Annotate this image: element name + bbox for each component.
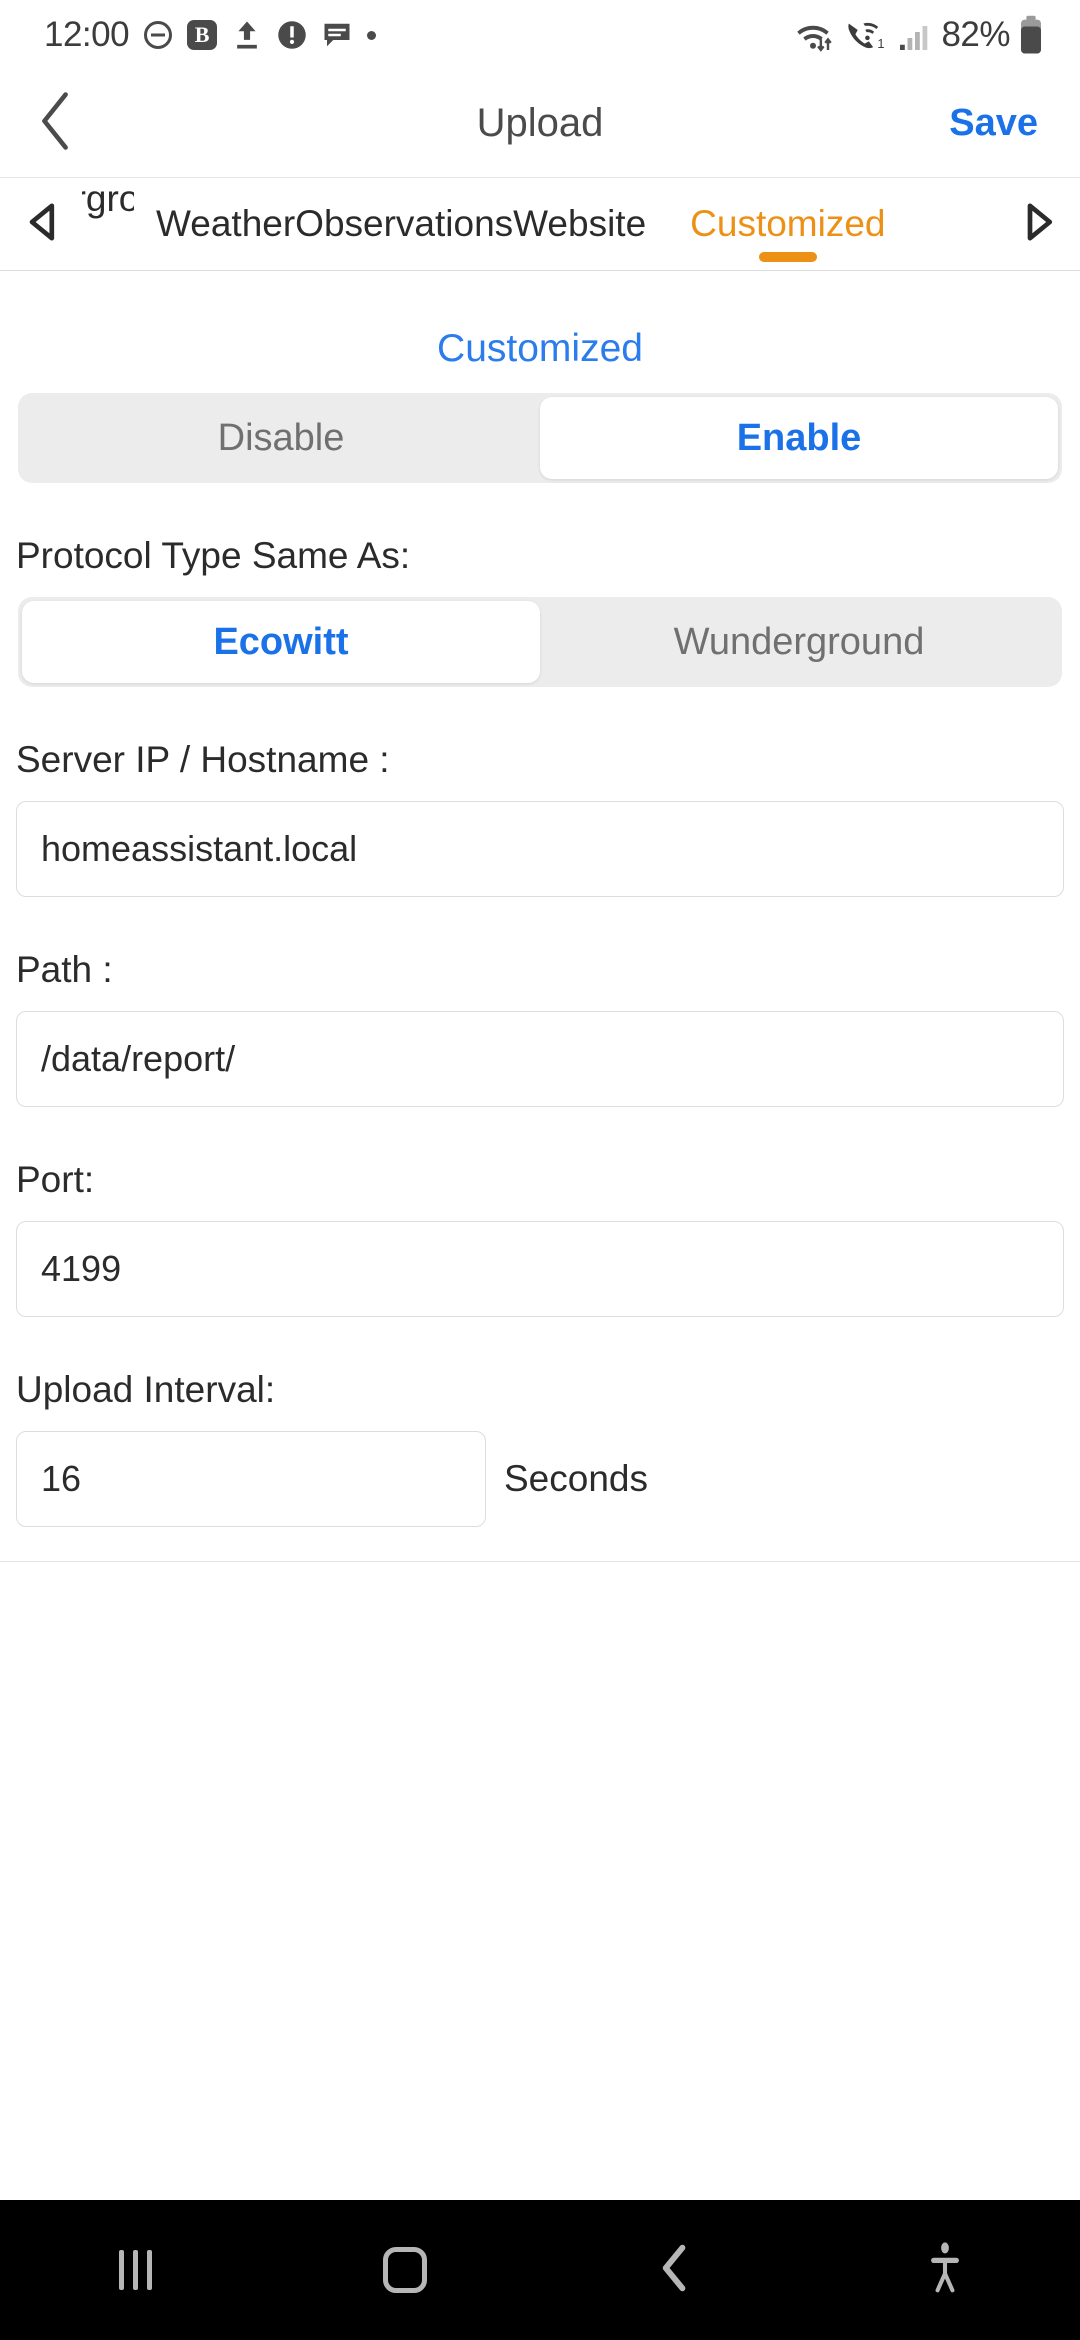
upload-interval-row: 16 Seconds	[0, 1431, 1080, 1527]
tab-strip: Wunderground WeatherObservationsWebsite …	[0, 178, 1080, 271]
tab-weatherobservationswebsite[interactable]: WeatherObservationsWebsite	[134, 178, 668, 270]
tab-list: Wunderground WeatherObservationsWebsite …	[82, 178, 998, 270]
server-input[interactable]: homeassistant.local	[16, 801, 1064, 897]
battery-icon	[1018, 15, 1044, 55]
triangle-left-icon	[23, 200, 59, 249]
tab-next-button[interactable]	[998, 200, 1080, 249]
toggle-option-disable[interactable]: Disable	[22, 397, 540, 479]
port-input[interactable]: 4199	[16, 1221, 1064, 1317]
path-label: Path :	[0, 897, 1080, 1011]
do-not-disturb-icon	[144, 21, 172, 49]
port-label: Port:	[0, 1107, 1080, 1221]
system-navigation-bar	[0, 2200, 1080, 2340]
tab-wunderground[interactable]: Wunderground	[82, 178, 134, 270]
alert-icon	[277, 20, 307, 50]
status-bar-left: 12:00 B	[44, 15, 376, 55]
app-header: Upload Save	[0, 70, 1080, 178]
back-chevron-icon	[660, 2244, 690, 2297]
back-nav-button[interactable]	[540, 2200, 810, 2340]
wifi-calling-icon: 1	[843, 15, 889, 55]
svg-text:1: 1	[878, 36, 885, 51]
upload-interval-input[interactable]: 16	[16, 1431, 486, 1527]
home-icon	[383, 2247, 427, 2293]
tab-label: WeatherObservationsWebsite	[156, 203, 646, 245]
home-button[interactable]	[270, 2200, 540, 2340]
upload-icon	[232, 19, 262, 51]
enable-toggle: Disable Enable	[18, 393, 1062, 483]
bitwarden-icon: B	[187, 20, 217, 50]
save-button[interactable]: Save	[949, 102, 1038, 145]
battery-percent-label: 82%	[941, 15, 1010, 55]
cellular-signal-icon	[897, 17, 933, 53]
protocol-type-toggle: Ecowitt Wunderground	[18, 597, 1062, 687]
tab-label: Wunderground	[82, 178, 134, 220]
accessibility-button[interactable]	[810, 2200, 1080, 2340]
tab-prev-button[interactable]	[0, 200, 82, 249]
recents-icon	[119, 2250, 152, 2290]
upload-interval-label: Upload Interval:	[0, 1317, 1080, 1431]
server-label: Server IP / Hostname :	[0, 687, 1080, 801]
status-clock: 12:00	[44, 15, 129, 55]
settings-panel: Customized Disable Enable Protocol Type …	[0, 271, 1080, 1562]
message-icon	[322, 21, 352, 49]
tab-label: Customized	[690, 203, 885, 245]
protocol-option-wunderground[interactable]: Wunderground	[540, 601, 1058, 683]
dot-icon	[367, 31, 376, 40]
page-title: Upload	[0, 101, 1080, 146]
status-bar-right: 1 82%	[791, 15, 1044, 55]
status-bar: 12:00 B	[0, 0, 1080, 70]
tab-underline	[759, 252, 817, 262]
tab-customized[interactable]: Customized	[668, 178, 907, 270]
accessibility-icon	[928, 2242, 962, 2299]
protocol-option-ecowitt[interactable]: Ecowitt	[22, 601, 540, 683]
path-input[interactable]: /data/report/	[16, 1011, 1064, 1107]
upload-interval-unit: Seconds	[504, 1458, 648, 1500]
toggle-option-enable[interactable]: Enable	[540, 397, 1058, 479]
section-title: Customized	[0, 271, 1080, 393]
phone-screen: 12:00 B	[0, 0, 1080, 2340]
triangle-right-icon	[1021, 200, 1057, 249]
wifi-data-icon	[791, 15, 835, 55]
recents-button[interactable]	[0, 2200, 270, 2340]
protocol-type-label: Protocol Type Same As:	[0, 483, 1080, 597]
